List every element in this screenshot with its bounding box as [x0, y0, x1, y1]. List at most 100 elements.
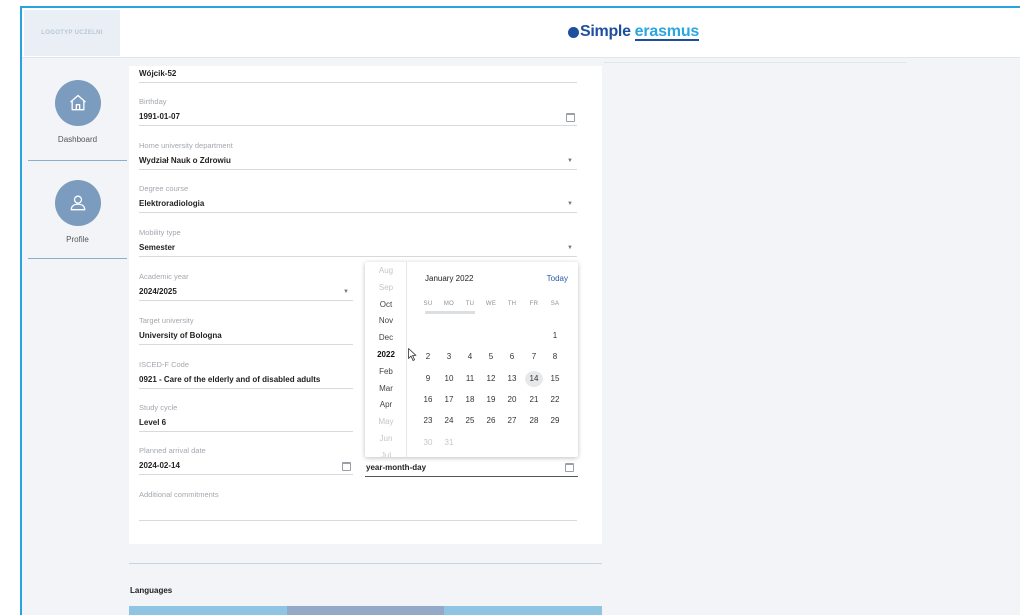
surname-field[interactable]: Wójcik-52	[139, 66, 577, 83]
arrival-date-field[interactable]: Planned arrival date 2024-02-14	[139, 446, 353, 475]
academic-year-select[interactable]: Academic year 2024/2025 ▼	[139, 272, 353, 301]
birthday-field[interactable]: Birthday 1991-01-07	[139, 97, 577, 126]
study-cycle-value: Level 6	[139, 418, 167, 427]
calendar-day[interactable]: 16	[419, 392, 437, 408]
surname-value: Wójcik-52	[139, 69, 177, 78]
calendar-day[interactable]: 14	[525, 370, 543, 387]
study-cycle-field[interactable]: Study cycle Level 6	[139, 403, 353, 432]
additional-commitments-label: Additional commitments	[139, 490, 219, 499]
calendar-day[interactable]: 23	[419, 413, 437, 429]
weekday-header: MO	[443, 301, 455, 307]
user-icon	[54, 180, 101, 226]
languages-tab-bar[interactable]	[129, 606, 603, 615]
university-logo-placeholder: LOGOTYP UCZELNI	[24, 10, 120, 56]
month-option[interactable]: Nov	[365, 316, 407, 325]
calendar-day[interactable]: 12	[482, 371, 500, 387]
calendar-day[interactable]: 3	[440, 349, 458, 365]
chevron-down-icon: ▼	[567, 158, 573, 164]
month-option[interactable]: Mar	[365, 384, 407, 393]
departure-date-placeholder: year-month-day	[366, 463, 427, 472]
calendar-day[interactable]: 1	[546, 328, 564, 344]
calendar-day[interactable]: 24	[440, 413, 458, 429]
calendar-day[interactable]: 6	[503, 349, 521, 365]
calendar-day[interactable]: 19	[482, 392, 500, 408]
sidebar-item-profile[interactable]: Profile	[28, 180, 127, 244]
calendar-day[interactable]: 9	[419, 371, 437, 387]
month-option[interactable]: Feb	[365, 367, 407, 376]
languages-tab-1[interactable]	[129, 606, 287, 615]
calendar-day[interactable]: 10	[440, 371, 458, 387]
isced-code-field[interactable]: ISCED-F Code 0921 - Care of the elderly …	[139, 360, 353, 389]
sidebar-item-dashboard[interactable]: Dashboard	[28, 80, 127, 144]
sidebar-divider	[28, 160, 127, 161]
mobility-type-value: Semester	[139, 243, 176, 252]
calendar-month-header[interactable]: January 2022	[425, 274, 473, 283]
calendar-day[interactable]: 18	[461, 392, 479, 408]
month-option[interactable]: Jun	[365, 434, 407, 443]
calendar-day[interactable]: 11	[461, 371, 479, 387]
calendar-day[interactable]: 31	[440, 435, 458, 451]
calendar-icon[interactable]	[565, 463, 574, 472]
academic-year-label: Academic year	[139, 272, 189, 281]
calendar-day[interactable]: 2	[419, 349, 437, 365]
month-option[interactable]: Apr	[365, 400, 407, 409]
degree-course-label: Degree course	[139, 184, 189, 193]
calendar-day[interactable]: 25	[461, 413, 479, 429]
brand-logo[interactable]: Simple erasmus	[568, 21, 699, 43]
languages-tab-2[interactable]	[286, 606, 445, 615]
calendar-day[interactable]: 17	[440, 392, 458, 408]
month-option[interactable]: May	[365, 417, 407, 426]
sidebar-item-label: Profile	[66, 235, 89, 244]
home-icon	[54, 80, 101, 126]
logo-placeholder-text: LOGOTYP UCZELNI	[41, 30, 103, 36]
weekday-header: TH	[507, 301, 517, 307]
calendar-day[interactable]: 4	[461, 349, 479, 365]
additional-commitments-field[interactable]: Additional commitments	[139, 490, 577, 521]
calendar-day[interactable]: 26	[482, 413, 500, 429]
birthday-value: 1991-01-07	[139, 112, 180, 121]
calendar-day[interactable]: 7	[525, 349, 543, 365]
month-option[interactable]: Oct	[365, 300, 407, 309]
month-option[interactable]: Jul	[365, 451, 407, 457]
calendar-day[interactable]: 8	[546, 349, 564, 365]
scroll-ghost-label	[425, 311, 475, 314]
departure-date-field[interactable]: year-month-day	[365, 459, 578, 477]
today-button[interactable]: Today	[547, 274, 568, 283]
top-bar	[22, 8, 1020, 58]
target-university-field[interactable]: Target university University of Bologna	[139, 316, 353, 345]
month-option[interactable]: Sep	[365, 283, 407, 292]
calendar-day[interactable]: 5	[482, 349, 500, 365]
degree-course-select[interactable]: Degree course Elektroradiologia ▼	[139, 184, 577, 213]
calendar-icon[interactable]	[566, 113, 575, 122]
divider	[604, 62, 906, 63]
calendar-icon[interactable]	[342, 462, 351, 471]
calendar-day[interactable]: 20	[503, 392, 521, 408]
month-option[interactable]: Dec	[365, 333, 407, 342]
weekday-header: FR	[529, 301, 539, 307]
sidebar: Dashboard Profile	[22, 59, 127, 615]
month-year-scroller[interactable]: Aug Sep Oct Nov Dec 2022 Feb Mar Apr May Jun Jul	[365, 262, 407, 457]
languages-tab-3[interactable]	[444, 606, 603, 615]
isced-code-value: 0921 - Care of the elderly and of disabl…	[139, 375, 321, 384]
calendar-day[interactable]: 13	[503, 371, 521, 387]
month-option[interactable]: 2022	[365, 350, 407, 359]
date-picker-popup: Aug Sep Oct Nov Dec 2022 Feb Mar Apr May Jun Jul Ja…	[365, 262, 578, 457]
chevron-down-icon: ▼	[567, 245, 573, 251]
target-university-value: University of Bologna	[139, 331, 222, 340]
brand-dot-icon	[568, 26, 579, 38]
isced-code-label: ISCED-F Code	[139, 360, 190, 369]
calendar-day[interactable]: 21	[525, 392, 543, 408]
month-option[interactable]: Aug	[365, 266, 407, 275]
chevron-down-icon: ▼	[343, 289, 349, 295]
calendar-day[interactable]: 27	[503, 413, 521, 429]
department-select[interactable]: Home university department Wydział Nauk …	[139, 141, 577, 170]
calendar-day[interactable]: 29	[546, 413, 564, 429]
degree-course-value: Elektroradiologia	[139, 199, 205, 208]
calendar-day[interactable]: 30	[419, 435, 437, 451]
calendar-day[interactable]: 28	[525, 413, 543, 429]
calendar-day[interactable]: 15	[546, 371, 564, 387]
calendar-day[interactable]: 22	[546, 392, 564, 408]
arrival-date-label: Planned arrival date	[139, 446, 206, 455]
department-label: Home university department	[139, 141, 233, 150]
mobility-type-select[interactable]: Mobility type Semester ▼	[139, 228, 577, 257]
